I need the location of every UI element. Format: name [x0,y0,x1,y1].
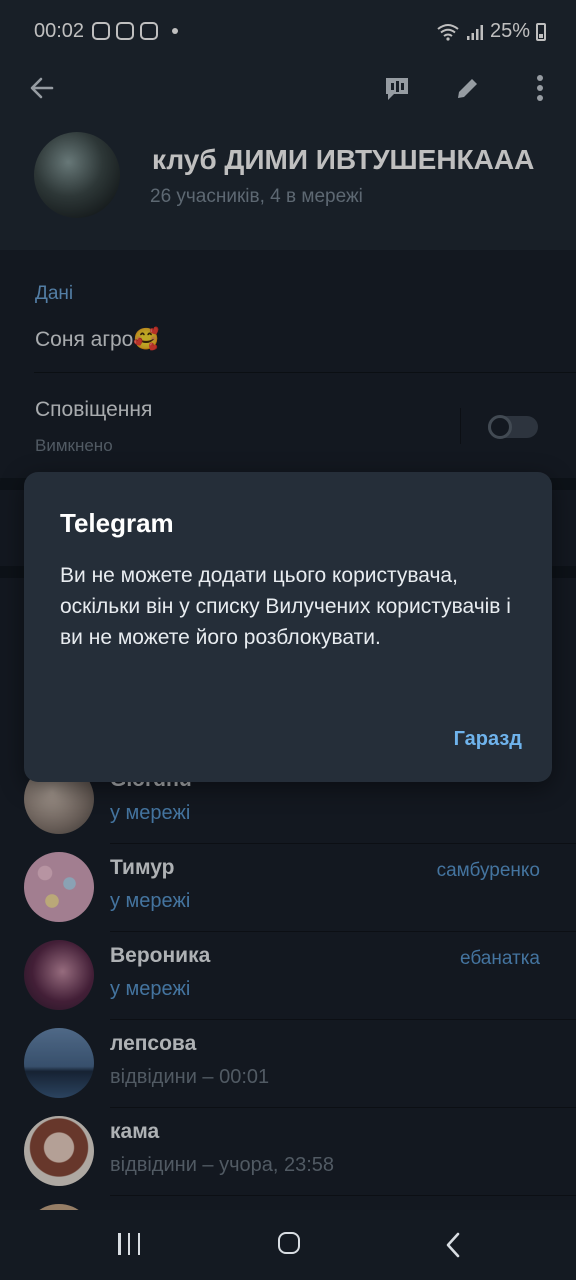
info-section-label: Дані [35,283,74,304]
member-avatar [24,1028,94,1098]
vertical-divider [460,408,461,444]
group-avatar[interactable] [34,132,120,218]
status-right: 25% [436,20,546,43]
video-chat-button[interactable] [375,66,419,110]
chevron-left-icon [446,1232,460,1258]
member-name: кама [110,1120,160,1143]
ok-button[interactable]: Гаразд [454,728,522,751]
more-notifications-dot [172,28,178,34]
wifi-icon [437,23,459,41]
member-row[interactable]: Тимур самбуренко у мережі [0,844,576,932]
notifications-label[interactable]: Сповіщення [35,398,152,422]
more-button[interactable] [518,66,562,110]
home-button[interactable] [278,1232,300,1254]
member-row[interactable]: кама відвідини – учора, 23:58 [0,1108,576,1196]
group-subtitle: 26 учасників, 4 в мережі [150,186,363,207]
video-chat-icon [386,78,408,100]
member-status: відвідини – учора, 23:58 [110,1154,335,1176]
chat-info-header: клуб ДИМИ ИВТУШЕНКААА 26 учасників, 4 в … [0,64,576,250]
status-time: 00:02 [34,20,85,42]
member-name: Тимур [110,856,175,879]
notification-app-icon [92,22,110,40]
member-role: самбуренко [436,860,540,881]
nav-back-button[interactable] [444,1230,462,1265]
member-role: ебанатка [459,948,540,969]
member-status: у мережі [110,978,191,1000]
member-avatar [24,852,94,922]
gallery-icon [116,22,134,40]
more-vert-icon [537,75,543,101]
member-status: у мережі [110,802,191,824]
notifications-toggle[interactable] [488,415,538,439]
member-status: у мережі [110,890,191,912]
dialog-title: Telegram [60,508,174,538]
status-bar: 00:02 25% [0,0,576,64]
signal-icon [466,24,483,40]
member-row[interactable]: Вероника ебанатка у мережі [0,932,576,1020]
group-title: клуб ДИМИ ИВТУШЕНКААА [152,144,535,175]
member-row-partial[interactable] [0,1196,576,1210]
navigation-bar [0,1210,576,1280]
group-description[interactable]: Соня агро🥰 [35,328,160,352]
pencil-icon [458,79,477,98]
back-arrow-icon [30,77,54,99]
recents-button[interactable] [118,1233,140,1255]
notifications-value: Вимкнено [35,436,113,455]
member-name: лепсова [110,1032,197,1055]
member-status: відвідини – 00:01 [110,1066,270,1088]
instagram-icon [140,22,158,40]
divider [34,372,576,373]
battery-percent: 25% [489,20,530,42]
battery-icon [536,22,546,41]
member-name: Вероника [110,944,211,967]
back-button[interactable] [20,66,64,110]
member-avatar [24,1116,94,1186]
dialog-message: Ви не можете додати цього користувача, о… [60,564,511,649]
member-row[interactable]: лепсова відвідини – 00:01 [0,1020,576,1108]
member-avatar [24,940,94,1010]
edit-button[interactable] [446,66,490,110]
alert-dialog: Telegram Ви не можете додати цього корис… [24,472,552,782]
notification-icons [92,22,178,40]
